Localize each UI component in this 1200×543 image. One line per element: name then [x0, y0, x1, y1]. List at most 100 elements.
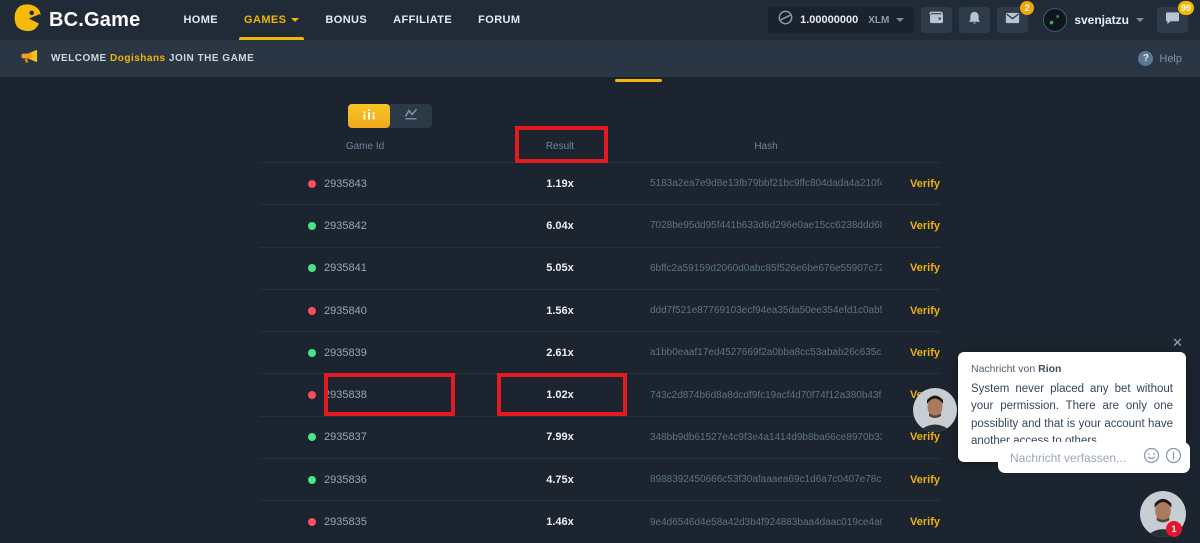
column-header-result: Result	[470, 141, 650, 152]
status-dot	[308, 433, 316, 441]
game-id[interactable]: 2935835	[324, 516, 367, 528]
table-row: 2935839 2.61x a1bb0eaaf17ed4527669f2a0bb…	[260, 332, 940, 374]
chat-message-text: System never placed any bet without your…	[971, 381, 1173, 450]
chat-sender-name: Rion	[1038, 363, 1061, 375]
game-id[interactable]: 2935839	[324, 347, 367, 359]
active-tab-indicator	[615, 79, 662, 82]
table-header: Game Id Result Hash	[260, 131, 940, 163]
line-chart-icon	[404, 107, 418, 125]
wallet-icon	[929, 11, 944, 29]
nav-item-games[interactable]: GAMES	[231, 0, 312, 40]
help-icon: ?	[1138, 51, 1153, 66]
hash-value: 743c2d874b6d8a8dcdf9fc19acf4d70f74f12a38…	[650, 390, 882, 401]
verify-link[interactable]: Verify	[882, 262, 940, 274]
balance-amount: 1.00000000	[800, 14, 858, 26]
bell-icon	[968, 11, 981, 30]
hash-value: 9e4d6546d4e58a42d3b4f924883baa4daac019ce…	[650, 517, 882, 528]
result-value: 1.46x	[470, 516, 650, 528]
result-value: 2.61x	[470, 347, 650, 359]
verify-link[interactable]: Verify	[882, 474, 940, 486]
status-dot	[308, 222, 316, 230]
tab-history-list[interactable]	[348, 104, 390, 128]
table-body: 2935843 1.19x 5183a2ea7e9d8e13fb79bbf21b…	[260, 163, 940, 543]
brand-logo[interactable]: BC.Game	[14, 4, 140, 36]
welcome-prefix: WELCOME	[51, 53, 107, 64]
help-label: Help	[1159, 53, 1182, 65]
help-button[interactable]: ? Help	[1138, 51, 1182, 66]
game-id[interactable]: 2935837	[324, 431, 367, 443]
main-nav: HOME GAMES BONUS AFFILIATE FORUM	[170, 0, 533, 40]
mail-icon	[1005, 11, 1020, 29]
close-icon[interactable]: ✕	[1172, 335, 1183, 351]
result-value: 1.02x	[470, 389, 650, 401]
table-row: 2935841 5.05x 6bffc2a59159d2060d0abc85f5…	[260, 248, 940, 290]
chat-toggle-button[interactable]: 99	[1157, 7, 1188, 33]
result-value: 1.56x	[470, 305, 650, 317]
nav-item-forum[interactable]: FORUM	[465, 0, 533, 40]
game-id[interactable]: 2935838	[324, 389, 367, 401]
user-menu[interactable]: svenjatzu	[1043, 8, 1144, 32]
status-dot	[308, 391, 316, 399]
mail-button[interactable]: 2	[997, 7, 1028, 33]
nav-item-label: BONUS	[325, 14, 367, 26]
nav-active-underline	[239, 37, 304, 40]
notifications-button[interactable]	[959, 7, 990, 33]
nav-item-label: AFFILIATE	[393, 14, 452, 26]
nav-item-affiliate[interactable]: AFFILIATE	[380, 0, 465, 40]
verify-link[interactable]: Verify	[882, 347, 940, 359]
table-row: 2935840 1.56x ddd7f521e87769103ecf94ea35…	[260, 290, 940, 332]
wallet-button[interactable]	[921, 7, 952, 33]
status-dot	[308, 476, 316, 484]
balance-display[interactable]: 1.00000000 XLM	[768, 7, 914, 33]
result-value: 6.04x	[470, 220, 650, 232]
welcome-suffix: JOIN THE GAME	[169, 53, 254, 64]
hash-value: 8988392450666c53f30afaaaea69c1d6a7c0407e…	[650, 474, 882, 485]
result-value: 5.05x	[470, 262, 650, 274]
bar-chart-icon	[362, 107, 376, 125]
attachment-icon[interactable]	[1165, 447, 1182, 469]
game-id[interactable]: 2935836	[324, 474, 367, 486]
tab-trend-chart[interactable]	[390, 104, 432, 128]
table-row: 2935843 1.19x 5183a2ea7e9d8e13fb79bbf21b…	[260, 163, 940, 205]
emoji-icon[interactable]	[1143, 447, 1160, 469]
main-content: Game Id Result Hash 2935843 1.19x 5183a2…	[0, 77, 1200, 543]
chat-input[interactable]	[1010, 451, 1138, 465]
verify-link[interactable]: Verify	[882, 220, 940, 232]
page: BC.Game HOME GAMES BONUS AFFILIATE FORUM	[0, 0, 1200, 543]
navbar-right: 1.00000000 XLM	[768, 7, 1188, 33]
nav-item-bonus[interactable]: BONUS	[312, 0, 380, 40]
welcome-username[interactable]: Dogishans	[110, 53, 166, 64]
verify-link[interactable]: Verify	[882, 431, 940, 443]
verify-link[interactable]: Verify	[882, 178, 940, 190]
chat-title-prefix: Nachricht von	[971, 363, 1035, 375]
game-id[interactable]: 2935842	[324, 220, 367, 232]
verify-link[interactable]: Verify	[882, 305, 940, 317]
status-dot	[308, 518, 316, 526]
bcgame-logo-icon	[14, 4, 41, 36]
hash-value: 348bb9db61527e4c9f3e4a1414d9b8ba66ce8970…	[650, 432, 882, 443]
game-id[interactable]: 2935840	[324, 305, 367, 317]
nav-item-home[interactable]: HOME	[170, 0, 231, 40]
verify-link[interactable]: Verify	[882, 516, 940, 528]
game-history-table: Game Id Result Hash 2935843 1.19x 5183a2…	[260, 131, 940, 543]
brand-name: BC.Game	[49, 9, 140, 32]
game-id[interactable]: 2935843	[324, 178, 367, 190]
hash-value: 5183a2ea7e9d8e13fb79bbf21bc9ffc804dada4a…	[650, 178, 882, 189]
table-row: 2935836 4.75x 8988392450666c53f30afaaaea…	[260, 459, 940, 501]
table-row: 2935838 1.02x 743c2d874b6d8a8dcdf9fc19ac…	[260, 374, 940, 416]
caret-down-icon	[291, 18, 299, 22]
table-row: 2935837 7.99x 348bb9db61527e4c9f3e4a1414…	[260, 417, 940, 459]
nav-item-label: GAMES	[244, 14, 286, 26]
chat-sender-avatar[interactable]	[913, 388, 957, 432]
hash-value: a1bb0eaaf17ed4527669f2a0bba8cc53abab26c6…	[650, 347, 882, 358]
table-row: 2935842 6.04x 7028be95dd95f441b633d6d296…	[260, 205, 940, 247]
result-value: 4.75x	[470, 474, 650, 486]
hash-value: 6bffc2a59159d2060d0abc85f526e6be676e5590…	[650, 263, 882, 274]
username: svenjatzu	[1074, 13, 1129, 27]
xlm-coin-icon	[778, 10, 793, 30]
game-id[interactable]: 2935841	[324, 262, 367, 274]
status-dot	[308, 180, 316, 188]
status-dot	[308, 349, 316, 357]
megaphone-icon	[20, 48, 39, 69]
column-header-game-id: Game Id	[260, 141, 470, 152]
